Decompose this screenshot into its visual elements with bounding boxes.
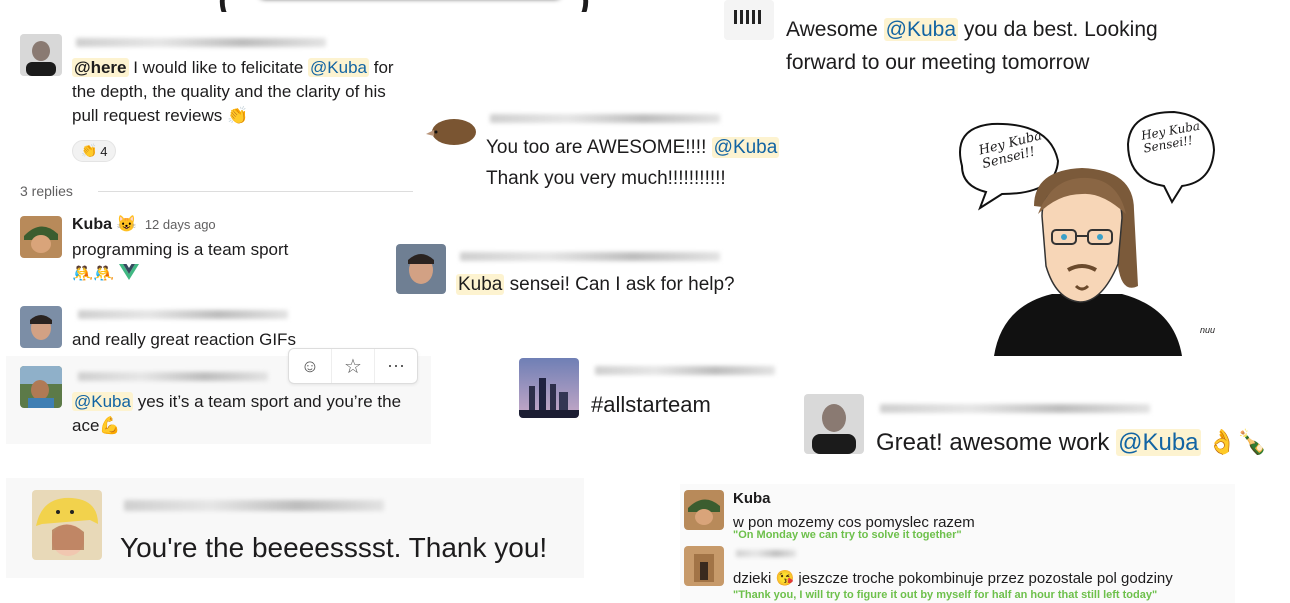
message-text: Kuba sensei! Can I ask for help? <box>456 272 735 299</box>
here-mention[interactable]: @here <box>72 58 129 77</box>
more-icon: ⋯ <box>387 355 405 376</box>
reply3-text: @Kuba yes it’s a team sport and you’re t… <box>72 390 422 438</box>
username-blurred <box>880 404 1150 413</box>
ok-champagne-emojis: 👌🍾 <box>1207 429 1267 456</box>
message-beeest-card: You're the beeeesssst. Thank you! <box>6 478 584 578</box>
text-part: sensei! Can I ask for help? <box>504 274 735 295</box>
add-reaction-button[interactable]: ☺ <box>289 349 332 383</box>
divider <box>98 191 413 192</box>
artist-signature: nuu <box>1200 325 1216 335</box>
username-blurred <box>460 252 720 261</box>
message-text: Awesome @Kuba you da best. Looking forwa… <box>786 14 1186 79</box>
avatar <box>396 244 446 294</box>
wrestler-emojis: 🤼🤼 <box>72 264 115 283</box>
more-actions-button[interactable]: ⋯ <box>375 349 417 383</box>
clap-icon: 👏 <box>81 143 98 158</box>
text-part: Awesome <box>786 18 884 41</box>
message-toolbar: ☺ ☆ ⋯ <box>288 348 418 384</box>
text-part: You too are AWESOME!!!! <box>486 137 712 158</box>
star-icon: ☆ <box>344 355 362 378</box>
username-blurred <box>124 500 384 511</box>
text-part: Great! awesome work <box>876 429 1117 456</box>
channel-hashtag[interactable]: #allstarteam <box>591 390 711 421</box>
thread-section: 3 replies Kuba 😺 12 days ago programming… <box>8 178 418 350</box>
clap-reaction[interactable]: 👏 4 <box>72 140 117 162</box>
vue-logo-icon <box>119 263 140 287</box>
hedgehog-avatar <box>422 110 478 150</box>
username-blurred <box>595 366 775 375</box>
message-too-awesome-card: You too are AWESOME!!!! @Kuba Thank you v… <box>420 100 820 200</box>
message-awesome-card: Awesome @Kuba you da best. Looking forwa… <box>720 0 1158 90</box>
avatar <box>20 306 62 348</box>
avatar <box>684 546 724 586</box>
author-name[interactable]: Kuba <box>72 216 112 233</box>
author-name[interactable]: Kuba <box>733 488 771 509</box>
avatar <box>724 0 774 40</box>
avatar <box>20 366 62 408</box>
message-text: @here I would like to felicitate @Kuba f… <box>72 56 412 127</box>
message-text: You too are AWESOME!!!! @Kuba Thank you v… <box>486 132 816 195</box>
kuba-mention[interactable]: Kuba <box>456 274 505 295</box>
text-part: Thank you very much!!!!!!!!!!! <box>486 168 726 190</box>
text-part: dzieki <box>733 570 776 587</box>
message-text: You're the beeeesssst. Thank you! <box>120 532 548 563</box>
username-blurred <box>490 114 720 123</box>
replies-label[interactable]: 3 replies <box>20 182 73 202</box>
translation-line1: "On Monday we can try to solve it togeth… <box>733 529 962 541</box>
avatar <box>32 490 102 560</box>
kuba-mention[interactable]: @Kuba <box>308 58 369 77</box>
kuba-mention[interactable]: @Kuba <box>1116 429 1201 456</box>
message-polish-card: Kuba w pon mozemy cos pomyslec razem "On… <box>680 484 1235 603</box>
message-here-card: @here I would like to felicitate @Kuba f… <box>8 28 413 178</box>
headline-paren-right: ) <box>578 0 590 12</box>
text-part: I would like to felicitate <box>128 58 309 77</box>
kuba-mention[interactable]: @Kuba <box>883 18 959 41</box>
clap-emoji: 👏 <box>226 105 249 125</box>
message-sensei-card: Kuba sensei! Can I ask for help? <box>390 240 790 300</box>
avatar <box>20 34 62 76</box>
save-button[interactable]: ☆ <box>332 349 375 383</box>
translation-line2: "Thank you, I will try to figure it out … <box>733 589 1158 601</box>
reply1-emojis: 🤼🤼 <box>72 262 140 287</box>
username-blurred <box>76 38 326 47</box>
avatar <box>20 216 62 258</box>
hovered-reply[interactable]: @Kuba yes it’s a team sport and you’re t… <box>6 348 431 444</box>
reply2-text: and really great reaction GIFs <box>72 330 296 349</box>
kiss-emoji: 😘 <box>775 570 795 587</box>
message-allstar-card: #allstarteam <box>515 352 785 427</box>
muscle-emoji: 💪 <box>99 415 121 435</box>
reply-author[interactable]: Kuba 😺 12 days ago <box>72 214 216 236</box>
kuba-mention[interactable]: @Kuba <box>72 392 133 411</box>
username-blurred <box>78 372 268 381</box>
polish-line2: dzieki 😘 jeszcze troche pokombinuje prze… <box>733 568 1173 589</box>
avatar <box>804 394 864 454</box>
kuba-drawing: Hey Kuba Sensei!! Hey Kuba Sensei!! nuu <box>942 106 1232 362</box>
reply1-text: programming is a team sport <box>72 240 289 259</box>
city-avatar <box>519 358 579 418</box>
top-headline-fragment: ( ) <box>0 0 700 12</box>
kuba-mention[interactable]: @Kuba <box>711 137 780 158</box>
reaction-count: 4 <box>100 143 108 159</box>
text-part: jeszcze troche pokombinuje przez pozosta… <box>794 570 1173 587</box>
timestamp[interactable]: 12 days ago <box>145 217 216 232</box>
username-blurred <box>78 310 288 319</box>
headline-paren-left: ( <box>218 0 230 12</box>
emoji-plus-icon: ☺ <box>300 355 320 376</box>
status-emoji: 😺 <box>116 216 137 233</box>
username-blurred <box>736 550 796 557</box>
message-text: Great! awesome work @Kuba 👌🍾 <box>876 426 1267 460</box>
avatar <box>684 490 724 530</box>
message-great-card: Great! awesome work @Kuba 👌🍾 <box>800 390 1290 470</box>
